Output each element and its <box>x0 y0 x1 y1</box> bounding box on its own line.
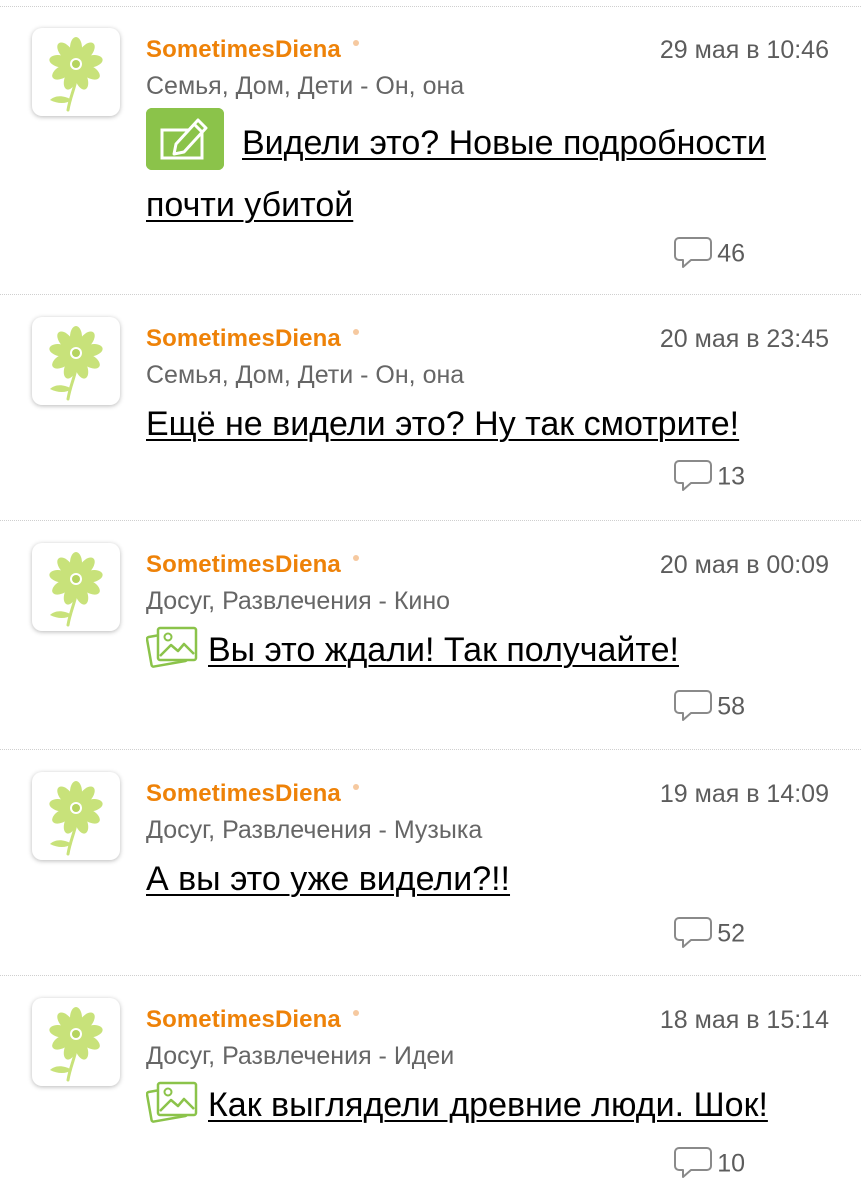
online-status-dot <box>352 329 359 335</box>
comments-count[interactable]: 52 <box>673 918 745 952</box>
online-status-dot <box>352 1010 359 1016</box>
author-name-text: SometimesDiena <box>146 551 341 578</box>
post-category[interactable]: Семья, Дом, Дети - Он, она <box>146 361 464 390</box>
post-category[interactable]: Досуг, Развлечения - Идеи <box>146 1042 454 1071</box>
comments-count[interactable]: 10 <box>673 1148 745 1182</box>
post-title-line: Вы это ждали! Так получайте! <box>146 621 826 679</box>
comment-bubble-icon <box>673 1146 713 1180</box>
flower-icon <box>32 772 120 860</box>
post-title-line: А вы это уже видели?!! <box>146 850 826 908</box>
author-name-text: SometimesDiena <box>146 36 341 63</box>
comments-count[interactable]: 13 <box>673 461 745 495</box>
author-name[interactable]: SometimesDiena <box>146 551 359 579</box>
author-name[interactable]: SometimesDiena <box>146 36 359 64</box>
flower-icon <box>32 28 120 116</box>
author-name[interactable]: SometimesDiena <box>146 1006 359 1034</box>
avatar[interactable] <box>32 28 120 116</box>
post-card: SometimesDiena 20 мая в 23:45 Семья, Дом… <box>0 295 861 521</box>
post-title-line: Как выглядели древние люди. Шок! <box>146 1076 826 1134</box>
comments-count-text: 10 <box>717 1149 745 1178</box>
comments-count-text: 46 <box>717 239 745 268</box>
author-name-text: SometimesDiena <box>146 780 341 807</box>
online-status-dot <box>352 555 359 561</box>
poll-icon[interactable] <box>146 108 224 171</box>
post-timestamp: 20 мая в 23:45 <box>659 325 829 353</box>
comment-bubble-icon <box>673 459 713 493</box>
post-title-link[interactable]: А вы это уже видели?!! <box>146 860 510 898</box>
online-status-dot <box>352 40 359 46</box>
author-name[interactable]: SometimesDiena <box>146 780 359 808</box>
post-timestamp: 20 мая в 00:09 <box>659 551 829 579</box>
post-category[interactable]: Досуг, Развлечения - Кино <box>146 587 450 616</box>
author-name[interactable]: SometimesDiena <box>146 325 359 353</box>
post-title-line: Ещё не видели это? Ну так смотрите! <box>146 395 826 453</box>
post-card: SometimesDiena 29 мая в 10:46 Семья, Дом… <box>0 6 861 295</box>
post-category[interactable]: Досуг, Развлечения - Музыка <box>146 816 482 845</box>
avatar[interactable] <box>32 317 120 405</box>
post-title-link[interactable]: Вы это ждали! Так получайте! <box>208 631 679 669</box>
comments-count[interactable]: 58 <box>673 691 745 725</box>
flower-icon <box>32 317 120 405</box>
flower-icon <box>32 998 120 1086</box>
photo-icon[interactable] <box>146 1079 200 1127</box>
post-timestamp: 18 мая в 15:14 <box>659 1006 829 1034</box>
flower-icon <box>32 543 120 631</box>
comments-count-text: 13 <box>717 462 745 491</box>
post-card: SometimesDiena 18 мая в 15:14 Досуг, Раз… <box>0 976 861 1200</box>
post-title-link[interactable]: Ещё не видели это? Ну так смотрите! <box>146 405 739 443</box>
comments-count[interactable]: 46 <box>673 238 745 272</box>
comments-count-text: 58 <box>717 692 745 721</box>
online-status-dot <box>352 784 359 790</box>
post-title-link[interactable]: Как выглядели древние люди. Шок! <box>208 1086 768 1124</box>
comment-bubble-icon <box>673 916 713 950</box>
author-name-text: SometimesDiena <box>146 325 341 352</box>
post-category[interactable]: Семья, Дом, Дети - Он, она <box>146 72 464 101</box>
comment-bubble-icon <box>673 236 713 270</box>
photo-icon[interactable] <box>146 624 200 672</box>
comments-count-text: 52 <box>717 919 745 948</box>
post-title-link[interactable]: Видели это? Новые подробности почти убит… <box>146 124 766 224</box>
post-timestamp: 29 мая в 10:46 <box>659 36 829 64</box>
post-timestamp: 19 мая в 14:09 <box>659 780 829 808</box>
avatar[interactable] <box>32 772 120 860</box>
avatar[interactable] <box>32 543 120 631</box>
avatar[interactable] <box>32 998 120 1086</box>
comment-bubble-icon <box>673 689 713 723</box>
author-name-text: SometimesDiena <box>146 1006 341 1033</box>
post-title-line: Видели это? Новые подробности почти убит… <box>146 108 826 234</box>
post-card: SometimesDiena 19 мая в 14:09 Досуг, Раз… <box>0 750 861 976</box>
post-card: SometimesDiena 20 мая в 00:09 Досуг, Раз… <box>0 521 861 750</box>
